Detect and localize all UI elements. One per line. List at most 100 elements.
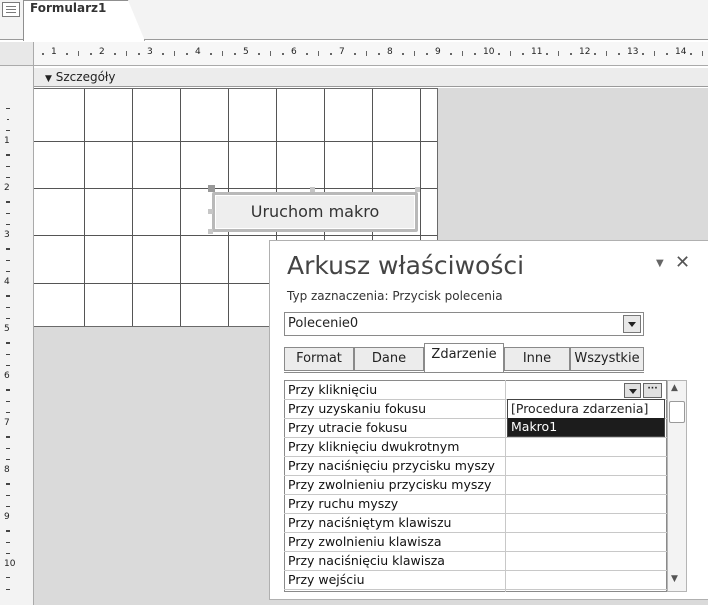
tab-events[interactable]: Zdarzenie (424, 343, 504, 373)
vruler-tick (6, 506, 10, 507)
object-select-value: Polecenie0 (288, 316, 359, 331)
on-click-dropdown-button[interactable] (624, 383, 641, 398)
ruler-mark: 4 (195, 47, 201, 57)
dropdown-option-event-procedure[interactable]: [Procedura zdarzenia] (508, 400, 664, 418)
property-name: Przy naciśnięciu przycisku myszy (288, 458, 495, 473)
property-row[interactable]: Przy naciśnięciu klawisza (284, 552, 667, 571)
ruler-tick (570, 53, 572, 55)
vertical-ruler[interactable]: 1 2 3 4 5 6 7 8 9 10 (0, 66, 34, 605)
ruler-corner[interactable] (0, 42, 34, 66)
property-sheet-title: Arkusz właściwości (287, 251, 525, 280)
ruler-tick (594, 53, 596, 55)
selection-type-label: Typ zaznaczenia: Przycisk polecenia (287, 289, 503, 303)
grid-line (34, 188, 437, 189)
ruler-tick (306, 53, 308, 55)
ruler-tick (642, 53, 644, 55)
ruler-tick (258, 53, 260, 55)
vruler-tick (7, 354, 9, 355)
ruler-tick (318, 51, 319, 56)
vruler-tick (7, 213, 9, 214)
ruler-tick (546, 53, 548, 55)
object-select-dropdown-button[interactable] (623, 315, 641, 333)
property-row[interactable]: Przy wejściu (284, 571, 667, 590)
vruler-tick (6, 484, 10, 485)
vruler-tick (6, 249, 10, 250)
property-row[interactable]: Przy zwolnieniu przycisku myszy (284, 476, 667, 495)
scroll-thumb[interactable] (669, 401, 685, 423)
column-separator[interactable] (505, 380, 506, 592)
ruler-tick (126, 51, 127, 56)
ruler-tick (366, 51, 367, 56)
vruler-mark: 5 (4, 324, 10, 334)
ruler-mark: 13 (627, 47, 639, 57)
tab-format[interactable]: Format (284, 347, 354, 371)
ruler-tick (162, 53, 164, 55)
vruler-mark: 4 (4, 277, 10, 287)
tab-data[interactable]: Dane (354, 347, 424, 371)
vruler-tick (7, 119, 9, 120)
ruler-tick (78, 51, 79, 56)
ruler-tick (618, 53, 620, 55)
dropdown-triangle-icon[interactable]: ▼ (656, 258, 664, 269)
vruler-mark: 2 (4, 183, 10, 193)
scroll-down-icon[interactable]: ▼ (671, 574, 678, 584)
vruler-mark: 8 (4, 465, 10, 475)
vruler-tick (6, 224, 10, 225)
vruler-tick (6, 108, 10, 109)
property-name: Przy uzyskaniu fokusu (288, 401, 427, 416)
ruler-mark: 8 (387, 47, 393, 57)
ruler-tick (558, 51, 559, 56)
tab-other[interactable]: Inne (504, 347, 570, 371)
property-row[interactable]: Przy naciśnięciu przycisku myszy (284, 457, 667, 476)
property-name: Przy ruchu myszy (288, 496, 399, 511)
scroll-up-icon[interactable]: ▲ (671, 383, 678, 393)
ruler-tick (186, 53, 188, 55)
property-row[interactable]: Przy zwolnieniu klawisza (284, 533, 667, 552)
ruler-tick (66, 53, 68, 55)
resize-handle[interactable] (415, 187, 420, 192)
vruler-mark: 7 (4, 418, 10, 428)
vruler-tick (6, 577, 10, 578)
dropdown-option-macro[interactable]: Makro1 (508, 418, 664, 436)
ruler-mark: 2 (99, 47, 105, 57)
resize-handle[interactable] (208, 209, 213, 214)
vruler-tick (6, 589, 10, 590)
on-click-value-field[interactable] (507, 381, 665, 399)
run-macro-button[interactable]: Uruchom makro (212, 192, 418, 232)
build-ellipsis-button[interactable]: ··· (643, 383, 662, 398)
horizontal-ruler[interactable]: 1 2 3 4 5 6 7 8 9 10 11 12 13 14 (34, 42, 708, 66)
ruler-mark: 10 (483, 47, 495, 57)
move-handle[interactable] (208, 185, 215, 192)
vruler-tick (6, 271, 10, 272)
vruler-tick (6, 412, 10, 413)
property-row[interactable]: Przy kliknięciu dwukrotnym (284, 438, 667, 457)
resize-handle[interactable] (208, 229, 213, 234)
vruler-tick (7, 166, 9, 167)
property-row[interactable]: Przy naciśniętym klawiszu (284, 514, 667, 533)
ruler-tick (90, 53, 92, 55)
vruler-tick (6, 343, 10, 344)
ruler-tick (354, 53, 356, 55)
detail-section-bar[interactable] (34, 68, 708, 87)
vruler-mark: 9 (4, 512, 10, 522)
property-name: Przy utracie fokusu (288, 420, 408, 435)
close-icon[interactable]: ✕ (675, 252, 690, 273)
tab-all[interactable]: Wszystkie (570, 347, 644, 371)
ruler-tick (402, 53, 404, 55)
vruler-tick (6, 437, 10, 438)
ruler-tick (414, 51, 415, 56)
ruler-tick (654, 51, 655, 56)
down-arrow-icon: ▼ (45, 74, 52, 84)
grid-line (132, 89, 133, 326)
chevron-down-icon (629, 389, 637, 394)
vruler-tick (7, 542, 9, 543)
vruler-tick (6, 177, 10, 178)
property-name: Przy naciśnięciu klawisza (288, 553, 445, 568)
resize-handle[interactable] (310, 187, 315, 192)
vruler-tick (7, 495, 9, 496)
vruler-tick (6, 202, 10, 203)
vruler-tick (7, 401, 9, 402)
ruler-tick (42, 53, 44, 55)
property-row[interactable]: Przy ruchu myszy (284, 495, 667, 514)
ruler-tick (378, 53, 380, 55)
